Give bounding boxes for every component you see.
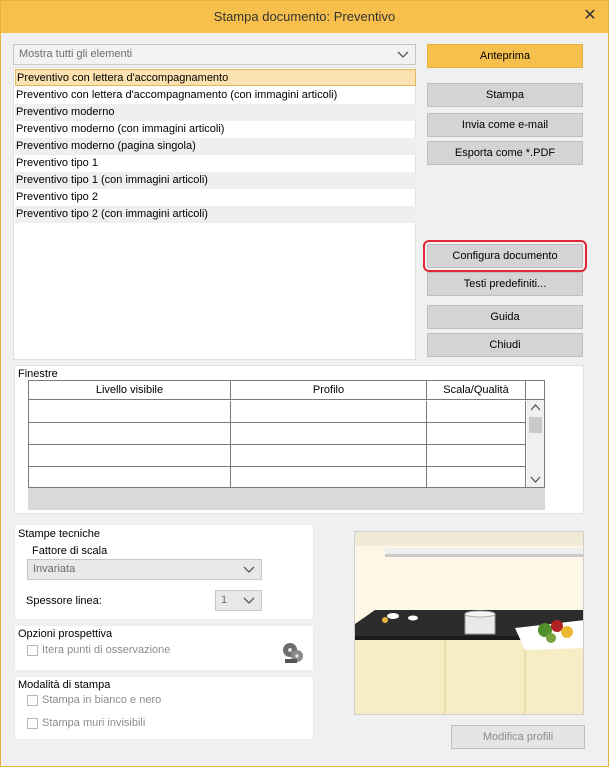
table-row[interactable] xyxy=(29,401,231,423)
line-thickness-select[interactable]: 1 xyxy=(215,590,262,611)
preview-button[interactable]: Anteprima xyxy=(427,44,583,68)
film-reel-icon[interactable] xyxy=(281,641,305,665)
table-row[interactable] xyxy=(427,401,526,423)
export-pdf-button[interactable]: Esporta come *.PDF xyxy=(427,141,583,165)
windows-table[interactable]: Livello visibile Profilo Scala/Qualità xyxy=(28,380,545,488)
table-row[interactable] xyxy=(231,401,427,423)
checkbox-box[interactable] xyxy=(27,717,38,729)
scroll-thumb[interactable] xyxy=(529,417,542,433)
filter-select-value: Mostra tutti gli elementi xyxy=(19,48,133,60)
table-row[interactable] xyxy=(29,423,231,445)
column-header-visible-level[interactable]: Livello visibile xyxy=(29,381,231,400)
template-list[interactable]: Preventivo con lettera d'accompagnamento… xyxy=(13,67,416,360)
configure-document-button[interactable]: Configura documento xyxy=(423,240,587,272)
black-white-checkbox[interactable]: Stampa in bianco e nero xyxy=(27,694,161,706)
list-item[interactable]: Preventivo con lettera d'accompagnamento… xyxy=(15,87,416,104)
line-thickness-label: Spessore linea: xyxy=(26,595,102,607)
table-scrollbar[interactable] xyxy=(527,400,544,487)
list-item[interactable]: Preventivo moderno xyxy=(15,104,416,121)
table-row[interactable] xyxy=(427,467,526,488)
column-header-profile[interactable]: Profilo xyxy=(231,381,427,400)
windows-group-label: Finestre xyxy=(18,368,58,380)
table-row[interactable] xyxy=(29,445,231,467)
line-thickness-value: 1 xyxy=(221,594,228,606)
kitchen-preview-image xyxy=(354,531,584,715)
title-bar: Stampa documento: Preventivo ✕ xyxy=(1,1,608,33)
print-dialog: Stampa documento: Preventivo ✕ Mostra tu… xyxy=(0,0,609,767)
scale-factor-label: Fattore di scala xyxy=(32,545,108,557)
scroll-down-icon[interactable] xyxy=(527,471,544,487)
checkbox-box[interactable] xyxy=(27,644,38,656)
chevron-down-icon xyxy=(243,566,255,573)
close-icon[interactable]: ✕ xyxy=(580,6,600,26)
print-mode-group-label: Modalità di stampa xyxy=(18,679,111,691)
help-button[interactable]: Guida xyxy=(427,305,583,329)
iterate-viewpoints-checkbox[interactable]: Itera punti di osservazione xyxy=(27,644,170,656)
table-row[interactable] xyxy=(427,423,526,445)
list-item[interactable]: Preventivo moderno (pagina singola) xyxy=(15,138,416,155)
chevron-down-icon xyxy=(397,51,409,58)
window-title: Stampa documento: Preventivo xyxy=(213,9,396,24)
print-button[interactable]: Stampa xyxy=(427,83,583,107)
table-footer xyxy=(28,488,545,510)
close-button[interactable]: Chiudi xyxy=(427,333,583,357)
edit-profiles-button[interactable]: Modifica profili xyxy=(451,725,585,749)
email-button[interactable]: Invia come e-mail xyxy=(427,113,583,137)
list-item[interactable]: Preventivo tipo 2 xyxy=(15,189,416,206)
invisible-walls-label: Stampa muri invisibili xyxy=(42,717,146,729)
list-item[interactable]: Preventivo con lettera d'accompagnamento xyxy=(15,69,416,86)
checkbox-box[interactable] xyxy=(27,694,38,706)
column-header-blank xyxy=(526,381,544,400)
scroll-up-icon[interactable] xyxy=(527,400,544,416)
table-row[interactable] xyxy=(231,423,427,445)
default-texts-button[interactable]: Testi predefiniti... xyxy=(427,272,583,296)
column-header-scale-quality[interactable]: Scala/Qualità xyxy=(427,381,526,400)
perspective-group-label: Opzioni prospettiva xyxy=(18,628,113,640)
scale-factor-value: Invariata xyxy=(33,563,76,575)
list-item[interactable]: Preventivo tipo 2 (con immagini articoli… xyxy=(15,206,416,223)
iterate-viewpoints-label: Itera punti di osservazione xyxy=(42,644,171,656)
invisible-walls-checkbox[interactable]: Stampa muri invisibili xyxy=(27,717,145,729)
chevron-down-icon xyxy=(243,597,255,604)
black-white-label: Stampa in bianco e nero xyxy=(42,694,162,706)
list-item[interactable]: Preventivo tipo 1 xyxy=(15,155,416,172)
filter-select[interactable]: Mostra tutti gli elementi xyxy=(13,44,416,65)
table-row[interactable] xyxy=(427,445,526,467)
kitchen-render xyxy=(355,532,583,714)
table-row[interactable] xyxy=(29,467,231,488)
table-row[interactable] xyxy=(231,467,427,488)
table-row[interactable] xyxy=(231,445,427,467)
list-item[interactable]: Preventivo moderno (con immagini articol… xyxy=(15,121,416,138)
scale-factor-select[interactable]: Invariata xyxy=(27,559,262,580)
list-item[interactable]: Preventivo tipo 1 (con immagini articoli… xyxy=(15,172,416,189)
technical-group-label: Stampe tecniche xyxy=(18,528,100,540)
